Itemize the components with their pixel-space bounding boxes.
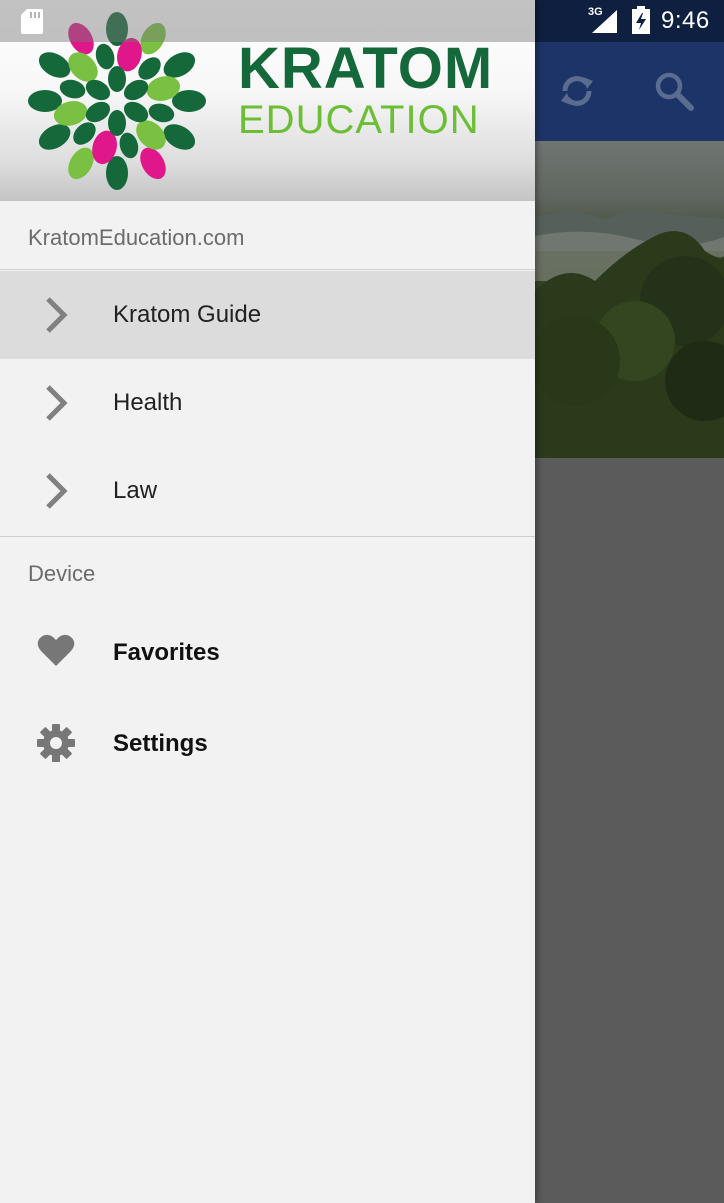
search-icon (655, 72, 694, 111)
nav-item-label: Settings (113, 730, 208, 757)
content-area-scrim[interactable] (535, 458, 724, 1203)
section-title-site: KratomEducation.com (28, 225, 245, 250)
status-time: 9:46 (661, 7, 710, 34)
nav-item-label: Kratom Guide (113, 301, 262, 328)
signal-icon (592, 10, 617, 33)
chevron-right-icon (46, 473, 68, 509)
sd-card-icon (21, 9, 43, 34)
divider (0, 269, 535, 270)
nav-item-label: Law (113, 477, 158, 504)
navigation-drawer: KRATOM EDUCATION KratomEducation.com Kra… (0, 0, 535, 1203)
search-button[interactable] (652, 68, 696, 114)
section-title-device: Device (28, 561, 96, 586)
sync-icon (561, 76, 593, 106)
logo-wordmark-education: EDUCATION (238, 98, 480, 142)
nav-item-favorites[interactable]: Favorites (0, 612, 535, 692)
nav-item-label: Health (113, 389, 183, 416)
heart-icon (37, 634, 75, 666)
nav-item-health[interactable]: Health (0, 359, 535, 447)
nav-item-kratom-guide[interactable]: Kratom Guide (0, 271, 535, 359)
gear-icon (37, 724, 75, 762)
chevron-right-icon (46, 385, 68, 421)
battery-charging-icon (632, 6, 650, 34)
drawer-status-bar (0, 0, 535, 42)
logo-wordmark-kratom: KRATOM (238, 36, 494, 101)
chevron-right-icon (46, 297, 68, 333)
nav-item-label: Favorites (113, 639, 220, 666)
divider (0, 536, 535, 537)
nav-item-settings[interactable]: Settings (0, 703, 535, 783)
nav-item-law[interactable]: Law (0, 447, 535, 535)
hero-image (535, 141, 724, 458)
sync-button[interactable] (555, 68, 599, 114)
